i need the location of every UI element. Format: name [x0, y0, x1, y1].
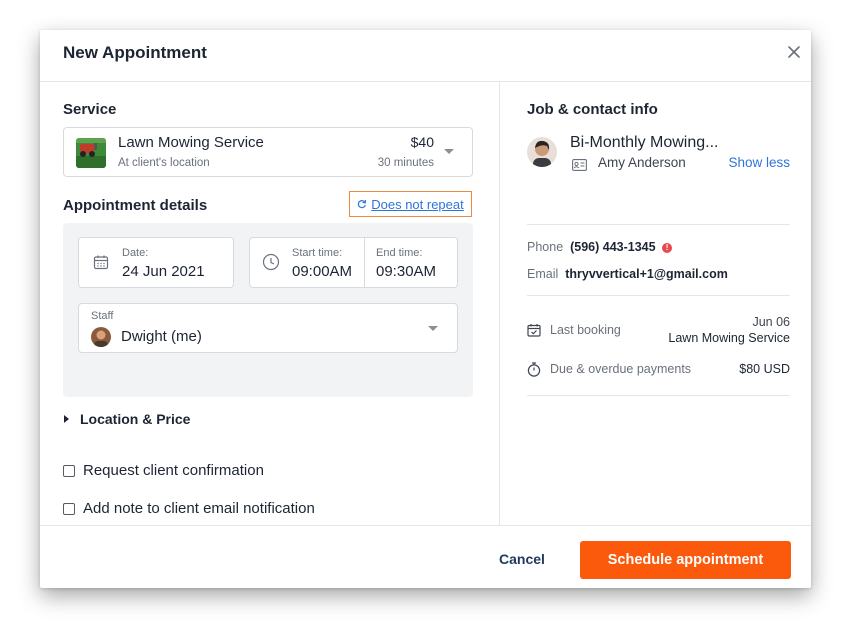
email-label: Email: [527, 267, 559, 281]
due-payments-label: Due & overdue payments: [550, 362, 692, 376]
appointment-details-label: Appointment details: [63, 197, 208, 214]
last-booking-service: Lawn Mowing Service: [668, 331, 790, 345]
service-section-label: Service: [63, 101, 117, 118]
chevron-down-icon: [428, 326, 438, 331]
calendar-check-icon: [527, 323, 541, 342]
time-divider: [364, 238, 365, 287]
client-name: Amy Anderson: [598, 155, 686, 170]
time-range-field[interactable]: Start time: 09:00AM End time: 09:30AM: [249, 237, 458, 288]
repeat-icon: [357, 197, 367, 212]
add-note-row[interactable]: Add note to client email notification: [63, 500, 315, 517]
date-value: 24 Jun 2021: [122, 263, 205, 280]
schedule-appointment-button[interactable]: Schedule appointment: [580, 541, 791, 579]
new-appointment-modal: New Appointment Service Lawn Mowing Serv…: [40, 30, 811, 588]
appointment-form: Service Lawn Mowing Service At client's …: [40, 82, 500, 525]
location-price-label: Location & Price: [80, 411, 191, 427]
service-price: $40: [410, 134, 434, 150]
warning-icon: !: [662, 243, 673, 253]
request-confirmation-row[interactable]: Request client confirmation: [63, 462, 264, 479]
modal-header: New Appointment: [40, 30, 811, 82]
phone-row: Phone (596) 443-1345 !: [527, 240, 673, 254]
contact-panel: Job & contact info Bi-Monthly Mowing... …: [500, 82, 811, 525]
start-time-value[interactable]: 09:00AM: [292, 263, 352, 280]
modal-title: New Appointment: [63, 43, 207, 62]
staff-avatar: [91, 327, 111, 347]
service-duration: 30 minutes: [377, 157, 434, 169]
show-less-link[interactable]: Show less: [728, 155, 790, 170]
service-location: At client's location: [118, 157, 210, 169]
calendar-icon: [93, 254, 109, 275]
email-value[interactable]: thryvvertical+1@gmail.com: [565, 267, 728, 281]
end-time-value[interactable]: 09:30AM: [376, 263, 436, 280]
caret-right-icon: [64, 415, 69, 423]
chevron-down-icon: [444, 149, 454, 154]
due-payments-value: $80 USD: [739, 362, 790, 376]
repeat-link[interactable]: Does not repeat: [349, 191, 472, 217]
staff-select[interactable]: Staff Dwight (me): [78, 303, 458, 353]
modal-footer: Cancel Schedule appointment: [40, 525, 811, 589]
appointment-details-panel: Date: 24 Jun 2021 Start time: 09:00AM En…: [63, 223, 473, 397]
divider: [527, 395, 790, 396]
divider: [527, 224, 790, 225]
end-time-label: End time:: [376, 247, 423, 259]
last-booking-date: Jun 06: [752, 315, 790, 329]
email-row: Email thryvvertical+1@gmail.com: [527, 267, 728, 281]
date-label: Date:: [122, 247, 149, 259]
stopwatch-icon: [527, 362, 541, 382]
service-name: Lawn Mowing Service: [118, 134, 264, 151]
service-thumbnail: [76, 138, 106, 168]
location-price-toggle[interactable]: Location & Price: [64, 411, 190, 427]
add-note-checkbox[interactable]: [63, 502, 75, 515]
job-title[interactable]: Bi-Monthly Mowing...: [570, 134, 719, 152]
date-field[interactable]: Date: 24 Jun 2021: [78, 237, 234, 288]
phone-value[interactable]: (596) 443-1345: [570, 240, 655, 254]
request-confirmation-label: Request client confirmation: [83, 462, 264, 479]
contact-card-icon: [572, 158, 587, 176]
phone-label: Phone: [527, 240, 564, 254]
staff-value: Dwight (me): [121, 328, 202, 345]
client-avatar: [527, 137, 557, 167]
cancel-button[interactable]: Cancel: [499, 551, 545, 567]
contact-section-label: Job & contact info: [527, 101, 658, 118]
divider: [527, 295, 790, 296]
staff-label: Staff: [91, 310, 114, 322]
start-time-label: Start time:: [292, 247, 343, 259]
repeat-label: Does not repeat: [371, 196, 464, 212]
request-confirmation-checkbox[interactable]: [63, 464, 75, 477]
clock-icon: [262, 253, 280, 276]
close-icon[interactable]: [786, 44, 802, 60]
last-booking-label: Last booking: [550, 323, 621, 337]
service-select[interactable]: Lawn Mowing Service At client's location…: [63, 127, 473, 177]
add-note-label: Add note to client email notification: [83, 500, 315, 517]
